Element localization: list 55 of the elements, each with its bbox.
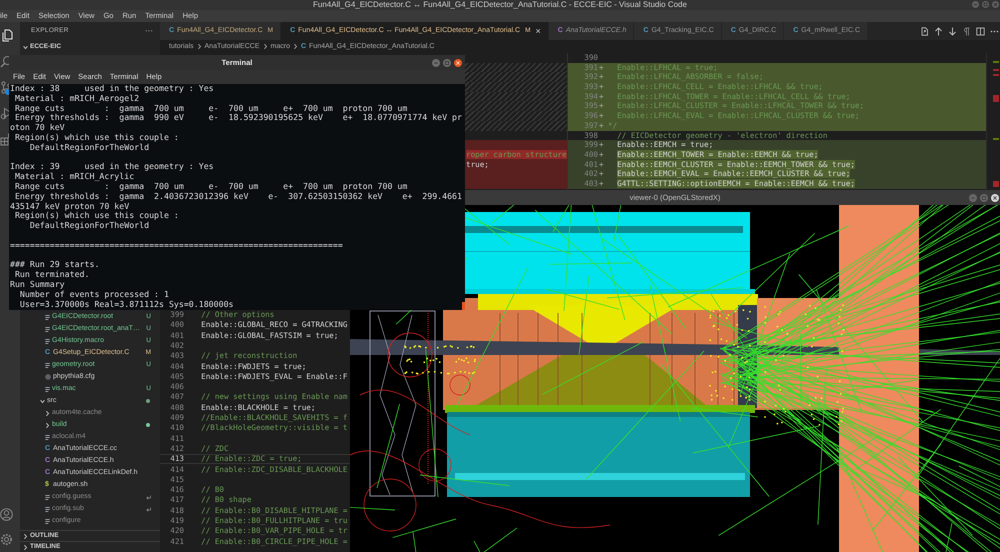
- chevron-right-icon: [262, 43, 268, 50]
- output-line: Region(s) which use this couple :: [14, 132, 179, 143]
- more-actions-button[interactable]: ···: [145, 27, 153, 35]
- arrow-down-icon[interactable]: [948, 26, 957, 36]
- minimize-button[interactable]: [432, 58, 440, 66]
- output-line: Range cuts : gamma 700 um e- 700 um e+ 700 um proton 700 um: [14, 182, 408, 192]
- files-icon[interactable]: [0, 28, 13, 42]
- window-title: Fun4All_G4_EICDetector.C ↔ Fun4All_G4_EICDetector_AnaTutorial.C - ECCE-EIC - Visual Studio Code: [313, 0, 687, 10]
- file-lines-icon: [45, 494, 50, 500]
- file-lines-icon: [45, 434, 50, 440]
- diff-marker: [993, 74, 999, 76]
- chevron-right-icon: [196, 43, 202, 50]
- maximize-button[interactable]: [443, 58, 451, 66]
- file-lines-icon: [45, 362, 50, 368]
- file-lines-icon: [45, 506, 50, 512]
- output-line: oton 70 keV: [10, 123, 65, 133]
- output-line: Number of events processed : 1: [18, 290, 169, 300]
- output-line: Material : mRICH_Aerogel2: [14, 94, 140, 104]
- settings-icon[interactable]: [0, 533, 13, 546]
- output-line: Range cuts : gamma 700 um e- 700 um e+ 700 um proton 700 um: [14, 104, 408, 114]
- file-lines-icon: [45, 518, 50, 524]
- scrollbar-thumb: [462, 302, 465, 310]
- file-lines-icon: [45, 386, 50, 392]
- account-icon[interactable]: [0, 508, 13, 521]
- output-line: Energy thresholds : gamma 990 eV e- 18.592390195625 keV e+ 18.0770971774 keV pr: [14, 113, 462, 124]
- output-line: Energy thresholds : gamma 2.4036723012396 keV e- 307.62503150362 keV e+ 299.4661: [14, 192, 462, 202]
- output-line: Run Summary: [10, 280, 65, 290]
- diff-marker: [993, 181, 999, 187]
- output-line: User=3.370000s Real=3.871112s Sys=0.180000s: [18, 300, 234, 310]
- split-editor-icon[interactable]: [976, 26, 985, 36]
- close-button[interactable]: [991, 194, 999, 202]
- output-line: ===================================================================: [10, 240, 343, 251]
- diff-marker: [993, 95, 999, 102]
- pilcrow-icon[interactable]: [962, 26, 971, 36]
- output-line: Material : mRICH_Acrylic: [14, 172, 134, 182]
- close-button[interactable]: [454, 58, 462, 66]
- arrow-up-icon[interactable]: [934, 26, 943, 36]
- file-lines-icon: [45, 326, 50, 332]
- chevron-right-icon: [292, 43, 298, 50]
- output-line: DefaultRegionForTheWorld: [28, 221, 150, 231]
- diff-marker: [993, 69, 999, 71]
- gear-icon: [45, 374, 51, 380]
- output-line: 435147 keV proton 70 keV: [10, 202, 130, 211]
- output-line: Index : 38 used in the geometry : Yes: [10, 84, 214, 94]
- output-line: ### Run 29 starts.: [10, 260, 100, 270]
- close-button[interactable]: ×: [535, 26, 541, 36]
- output-line: Region(s) which use this couple :: [14, 211, 179, 222]
- output-line: DefaultRegionForTheWorld: [30, 142, 150, 153]
- diff-marker: [993, 61, 999, 63]
- file-lines-icon: [45, 338, 50, 344]
- output-line: Index : 39 used in the geometry : Yes: [10, 162, 214, 172]
- diff-marker: [993, 138, 999, 140]
- file-lines-icon: [45, 314, 50, 320]
- output-line: Run terminated.: [14, 270, 90, 280]
- open-file-icon[interactable]: [920, 26, 929, 36]
